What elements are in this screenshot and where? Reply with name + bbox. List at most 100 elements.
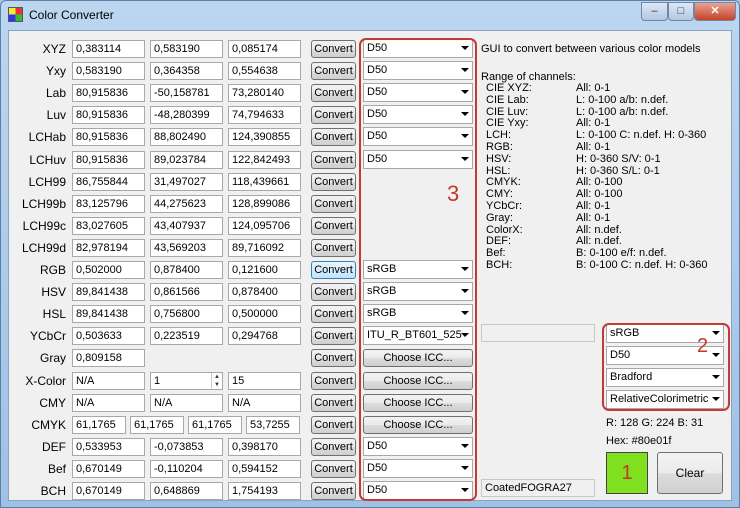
convert-button[interactable]: Convert [311, 371, 356, 390]
value-field-2[interactable]: 0,648869 [150, 482, 223, 500]
value-field-3[interactable]: N/A [228, 393, 301, 412]
up-arrow-icon[interactable]: ▲ [212, 373, 222, 381]
value-field-1[interactable]: 83,125796 [72, 194, 145, 213]
value-field-2[interactable]: -0,110204 [150, 459, 223, 478]
title-bar[interactable]: Color Converter – □ ✕ [1, 1, 739, 29]
convert-button[interactable]: Convert [311, 194, 356, 213]
convert-button[interactable]: Convert [311, 261, 356, 279]
convert-button[interactable]: Convert [311, 172, 356, 191]
value-field-1[interactable]: 0,502000 [72, 261, 145, 279]
convert-button[interactable]: Convert [311, 349, 356, 368]
convert-button[interactable]: Convert [311, 327, 356, 346]
value-field-2[interactable]: 0,364358 [150, 62, 223, 81]
convert-button[interactable]: Convert [311, 62, 356, 81]
convert-button[interactable]: Convert [311, 150, 356, 169]
value-field-3[interactable]: 128,899086 [228, 194, 301, 213]
value-field-3[interactable]: 0,594152 [228, 459, 301, 478]
value-field-3[interactable]: 15 [228, 371, 301, 390]
convert-button[interactable]: Convert [311, 106, 356, 125]
value-field-1[interactable]: 61,1765 [72, 415, 126, 434]
value-field-3[interactable]: 124,095706 [228, 216, 301, 235]
value-field-2[interactable]: 0,861566 [150, 283, 223, 302]
value-field-2[interactable]: 43,569203 [150, 238, 223, 257]
value-field-4[interactable]: 53,7255 [246, 415, 300, 434]
value-field-3[interactable]: 0,554638 [228, 62, 301, 81]
value-field-2[interactable]: 43,407937 [150, 216, 223, 235]
convert-button[interactable]: Convert [311, 216, 356, 235]
range-row: RGB: All: 0-1 [486, 141, 726, 154]
maximize-button[interactable]: □ [668, 2, 694, 21]
value-field-1[interactable]: 82,978194 [72, 238, 145, 257]
value-field-3[interactable]: 0,121600 [228, 261, 301, 279]
value-field-3[interactable]: 1,754193 [228, 482, 301, 500]
value-field-1[interactable]: 0,503633 [72, 327, 145, 346]
range-name: HSV: [486, 152, 512, 165]
convert-button[interactable]: Convert [311, 283, 356, 302]
value-field-1[interactable]: N/A [72, 393, 145, 412]
convert-button[interactable]: Convert [311, 128, 356, 147]
value-field-3[interactable]: 0,878400 [228, 283, 301, 302]
value-field-1[interactable]: 0,670149 [72, 482, 145, 500]
convert-button[interactable]: Convert [311, 459, 356, 478]
value-field-1[interactable]: 83,027605 [72, 216, 145, 235]
range-row: BCH: B: 0-100 C: n.def. H: 0-360 [486, 259, 726, 272]
convert-button[interactable]: Convert [311, 393, 356, 412]
value-field-3[interactable]: 73,280140 [228, 84, 301, 103]
down-arrow-icon[interactable]: ▼ [212, 381, 222, 389]
value-field-3[interactable]: 74,794633 [228, 106, 301, 125]
value-field-2[interactable]: 89,023784 [150, 150, 223, 169]
value-field-2[interactable]: 0,756800 [150, 305, 223, 324]
value-field-1[interactable]: 0,809158 [72, 349, 145, 368]
convert-button[interactable]: Convert [311, 305, 356, 324]
value-field-3[interactable]: 0,500000 [228, 305, 301, 324]
convert-button[interactable]: Convert [311, 415, 356, 434]
row-label: LCHuv [29, 152, 66, 167]
convert-button[interactable]: Convert [311, 437, 356, 456]
value-field-2[interactable]: 44,275623 [150, 194, 223, 213]
value-field-3[interactable]: 89,716092 [228, 238, 301, 257]
value-field-1[interactable]: 89,841438 [72, 283, 145, 302]
minimize-button[interactable]: – [641, 2, 668, 21]
row-label: DEF [42, 439, 66, 454]
value-field-1[interactable]: 80,915836 [72, 128, 145, 147]
close-button[interactable]: ✕ [694, 2, 736, 21]
convert-button[interactable]: Convert [311, 84, 356, 103]
value-field-1[interactable]: 0,533953 [72, 437, 145, 456]
value-field-3[interactable]: 0,294768 [228, 327, 301, 346]
value-field-1[interactable]: 80,915836 [72, 84, 145, 103]
value-field-2[interactable]: 0,878400 [150, 261, 223, 279]
value-field-2[interactable]: N/A [150, 393, 223, 412]
value-field-1[interactable]: N/A [72, 371, 145, 390]
range-name: DEF: [486, 235, 512, 248]
convert-button[interactable]: Convert [311, 482, 356, 500]
value-field-3[interactable]: 118,439661 [228, 172, 301, 191]
value-field-1[interactable]: 80,915836 [72, 106, 145, 125]
row-label: YCbCr [29, 329, 66, 344]
value-field-3[interactable]: 122,842493 [228, 150, 301, 169]
value-field-3[interactable]: 0,398170 [228, 437, 301, 456]
value-field-3[interactable]: 61,1765 [188, 415, 242, 434]
value-field-2[interactable]: 0,223519 [150, 327, 223, 346]
row-label: Bef [47, 461, 66, 476]
value-field-1[interactable]: 0,383114 [72, 40, 145, 58]
convert-button[interactable]: Convert [311, 40, 356, 58]
value-field-2[interactable]: 31,497027 [150, 172, 223, 191]
value-field-1[interactable]: 0,583190 [72, 62, 145, 81]
value-field-2[interactable]: 0,583190 [150, 40, 223, 58]
value-field-1[interactable]: 0,670149 [72, 459, 145, 478]
value-field-2[interactable]: 88,802490 [150, 128, 223, 147]
value-field-1[interactable]: 86,755844 [72, 172, 145, 191]
value-stepper[interactable]: 1 ▲ ▼ [150, 371, 223, 390]
value-field-2[interactable]: 61,1765 [130, 415, 184, 434]
convert-button[interactable]: Convert [311, 238, 356, 257]
value-field-3[interactable]: 124,390855 [228, 128, 301, 147]
value-field-2[interactable]: -48,280399 [150, 106, 223, 125]
value-field-3[interactable]: 0,085174 [228, 40, 301, 58]
value-field-1[interactable]: 89,841438 [72, 305, 145, 324]
value-field-2[interactable]: -0,073853 [150, 437, 223, 456]
stepper-arrows[interactable]: ▲ ▼ [211, 372, 222, 389]
range-value: All: 0-1 [576, 199, 611, 212]
value-field-2[interactable]: -50,158781 [150, 84, 223, 103]
value-field-1[interactable]: 80,915836 [72, 150, 145, 169]
clear-button[interactable]: Clear [657, 452, 723, 494]
